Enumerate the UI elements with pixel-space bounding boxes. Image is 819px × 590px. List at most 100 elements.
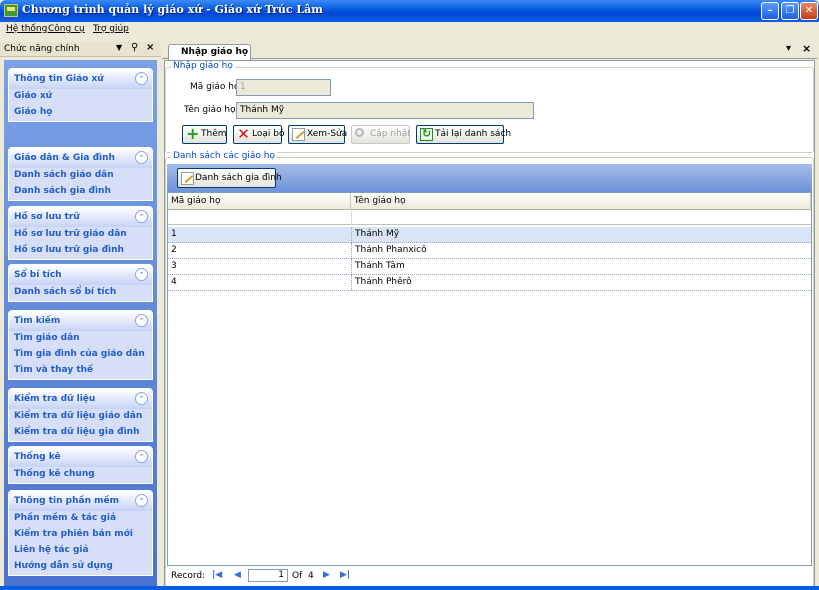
filter-row[interactable] <box>168 210 811 225</box>
nav-group-header[interactable]: Thông tin Giáo xứ ⌃ <box>9 69 152 89</box>
nav-link[interactable]: Liên hệ tác giả <box>9 543 152 559</box>
last-record-icon[interactable]: ▶| <box>340 570 350 580</box>
nav-link[interactable]: Danh sách gia đình <box>9 184 152 200</box>
table-row[interactable]: 2 Thánh Phanxicô <box>168 243 811 259</box>
list-group: Danh sách các giáo họ Danh sách gia đình… <box>165 151 814 587</box>
parish-group-grid: Mã giáo họ Tên giáo họ 1 Thánh Mỹ 2 Thánh P… <box>167 192 812 566</box>
nav-group: Hồ sơ lưu trữ ⌃ Hồ sơ lưu trữ giáo dân Hồ s… <box>8 206 153 260</box>
cell-code: 2 <box>171 245 177 255</box>
chevron-down-icon[interactable]: ▼ <box>116 43 122 52</box>
collapse-icon[interactable]: ⌃ <box>135 450 148 463</box>
record-count: Of 4 <box>292 571 314 581</box>
current-record-input[interactable]: 1 <box>248 569 288 582</box>
column-header-name[interactable]: Tên giáo họ <box>351 193 811 210</box>
family-list-button-label: Danh sách gia đình <box>195 173 282 183</box>
nav-link[interactable]: Kiểm tra dữ liệu giáo dân <box>9 409 152 425</box>
cell-divider <box>351 259 352 275</box>
nav-link[interactable]: Thống kê chung <box>9 467 152 483</box>
nav-group: Tìm kiếm ⌃ Tìm giáo dân Tìm gia đình của gi… <box>8 310 153 380</box>
menu-tools[interactable]: Công cụ <box>48 24 85 34</box>
family-list-button[interactable]: Danh sách gia đình <box>177 168 282 188</box>
view-edit-button[interactable]: Xem-Sửa <box>288 125 347 144</box>
close-icon[interactable]: × <box>146 42 154 53</box>
pin-icon[interactable]: ⚲ <box>131 42 138 53</box>
collapse-icon[interactable]: ⌃ <box>135 314 148 327</box>
nav-group-header[interactable]: Tìm kiếm ⌃ <box>9 311 152 331</box>
name-label: Tên giáo họ <box>184 105 236 115</box>
collapse-icon[interactable]: ⌃ <box>135 210 148 223</box>
column-header-code[interactable]: Mã giáo họ <box>168 193 351 210</box>
nav-group-title: Thống kê <box>14 452 61 462</box>
menu-system[interactable]: Hệ thống <box>6 24 47 34</box>
nav-link[interactable]: Kiểm tra phiên bản mới <box>9 527 152 543</box>
add-button-label: Thêm <box>201 129 227 139</box>
nav-link[interactable]: Tìm giáo dân <box>9 331 152 347</box>
nav-group-header[interactable]: Sổ bí tích ⌃ <box>9 265 152 285</box>
name-field[interactable]: Thánh Mỹ <box>236 102 534 119</box>
nav-group-header[interactable]: Kiểm tra dữ liệu ⌃ <box>9 389 152 409</box>
nav-group-header[interactable]: Thông tin phần mềm ⌃ <box>9 491 152 511</box>
nav-group-title: Hồ sơ lưu trữ <box>14 212 80 222</box>
delete-button[interactable]: ✕ Loại bỏ <box>233 125 284 144</box>
nav-group-header[interactable]: Giáo dân & Gia đình ⌃ <box>9 148 152 168</box>
collapse-icon[interactable]: ⌃ <box>135 268 148 281</box>
next-record-icon[interactable]: ▶ <box>323 570 330 580</box>
collapse-icon[interactable]: ⌃ <box>135 151 148 164</box>
input-group: Nhập giáo họ Mã giáo họ 1 Tên giáo họ Th… <box>165 61 814 153</box>
nav-link[interactable]: Hồ sơ lưu trữ giáo dân <box>9 227 152 243</box>
first-record-icon[interactable]: |◀ <box>212 570 222 580</box>
grid-header: Mã giáo họ Tên giáo họ <box>168 193 811 210</box>
nav-link[interactable]: Giáo họ <box>9 105 152 121</box>
collapse-icon[interactable]: ⌃ <box>135 494 148 507</box>
record-navigator: Record: |◀ ◀ 1 Of 4 ▶ ▶| <box>167 568 812 584</box>
window-title: Chương trình quản lý giáo xứ - Giáo xứ T… <box>22 3 323 16</box>
previous-record-icon[interactable]: ◀ <box>234 570 241 580</box>
nav-link[interactable]: Tìm và thay thế <box>9 363 152 379</box>
input-group-legend: Nhập giáo họ <box>171 61 235 71</box>
menu-help[interactable]: Trợ giúp <box>93 24 129 34</box>
search-icon <box>355 128 364 137</box>
cell-code: 1 <box>171 229 177 239</box>
nav-group-header[interactable]: Hồ sơ lưu trữ ⌃ <box>9 207 152 227</box>
nav-link[interactable]: Hướng dẫn sử dụng <box>9 559 152 575</box>
left-panel-title: Chức năng chính <box>4 44 80 54</box>
tab-label: Nhập giáo họ <box>181 47 249 57</box>
reload-list-button[interactable]: Tải lại danh sách <box>416 125 511 144</box>
minimize-button[interactable]: – <box>761 2 779 20</box>
tab-menu-icon[interactable]: ▾ <box>786 43 791 54</box>
nav-group-items: Danh sách sổ bí tích <box>9 285 152 301</box>
nav-link[interactable]: Danh sách sổ bí tích <box>9 285 152 301</box>
cell-code: 3 <box>171 261 177 271</box>
nav-group-items: Hồ sơ lưu trữ giáo dân Hồ sơ lưu trữ gia … <box>9 227 152 259</box>
nav-group: Thông tin phần mềm ⌃ Phần mềm & tác giả Kiể… <box>8 490 153 576</box>
list-group-legend: Danh sách các giáo họ <box>171 151 278 161</box>
navigation-groups: Thông tin Giáo xứ ⌃ Giáo xứ Giáo họ Giáo dân… <box>4 60 157 586</box>
maximize-button[interactable]: ❐ <box>781 2 799 20</box>
nav-link[interactable]: Phần mềm & tác giả <box>9 511 152 527</box>
nav-link[interactable]: Kiểm tra dữ liệu gia đình <box>9 425 152 441</box>
nav-group-header[interactable]: Thống kê ⌃ <box>9 447 152 467</box>
nav-link[interactable]: Danh sách giáo dân <box>9 168 152 184</box>
table-row[interactable]: 4 Thánh Phêrô <box>168 275 811 291</box>
collapse-icon[interactable]: ⌃ <box>135 72 148 85</box>
cell-code: 4 <box>171 277 177 287</box>
left-panel: Chức năng chính ▼ ⚲ × Thông tin Giáo xứ ⌃… <box>0 40 161 586</box>
collapse-icon[interactable]: ⌃ <box>135 392 148 405</box>
table-row[interactable]: 3 Thánh Tâm <box>168 259 811 275</box>
tab-nhap-giao-ho[interactable]: Nhập giáo họ <box>168 44 251 60</box>
nav-link[interactable]: Tìm gia đình của giáo dân <box>9 347 152 363</box>
nav-group: Giáo dân & Gia đình ⌃ Danh sách giáo dân Da… <box>8 147 153 201</box>
cell-divider <box>351 243 352 259</box>
cell-divider <box>351 275 352 291</box>
cell-name: Thánh Phanxicô <box>355 245 427 255</box>
nav-group-title: Thông tin Giáo xứ <box>14 74 104 84</box>
table-row[interactable]: 1 Thánh Mỹ <box>168 227 811 243</box>
nav-link[interactable]: Giáo xứ <box>9 89 152 105</box>
nav-link[interactable]: Hồ sơ lưu trữ gia đình <box>9 243 152 259</box>
nav-group-title: Tìm kiếm <box>14 316 61 326</box>
add-button[interactable]: + Thêm <box>182 125 227 144</box>
close-window-button[interactable]: ✕ <box>800 2 818 20</box>
update-button[interactable]: Cập nhật <box>351 125 411 144</box>
document-area: Nhập giáo họ ▾ × Nhập giáo họ Mã giáo họ… <box>162 40 819 588</box>
tab-close-icon[interactable]: × <box>802 42 811 55</box>
